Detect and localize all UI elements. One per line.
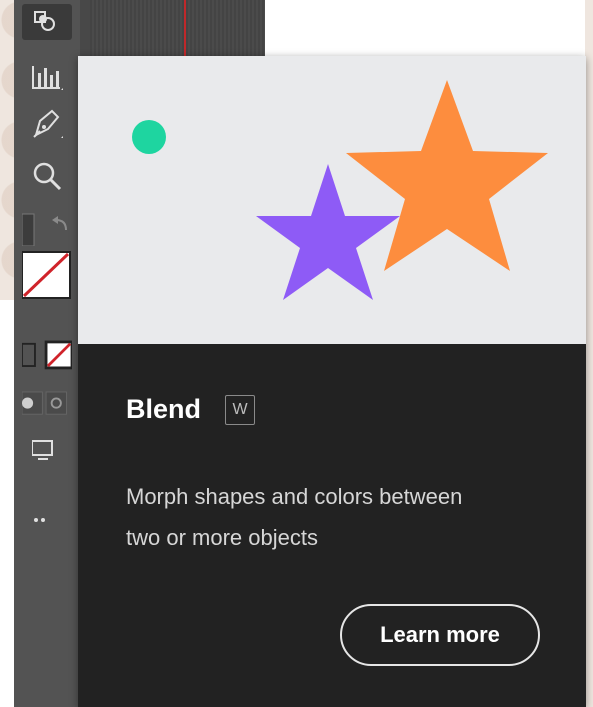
tool-description: Morph shapes and colors between two or m… <box>126 476 546 558</box>
stroke-swatch[interactable] <box>22 250 72 300</box>
blend-preview <box>78 56 586 344</box>
description-line-2: two or more objects <box>126 525 318 550</box>
shape-builder-tool[interactable] <box>22 4 72 40</box>
screen-mode-button[interactable] <box>22 432 72 468</box>
color-mode-buttons[interactable] <box>22 336 72 372</box>
graph-tool[interactable] <box>22 60 72 96</box>
zoom-tool[interactable] <box>22 158 72 194</box>
fill-stroke-controls[interactable] <box>22 210 72 246</box>
orange-star <box>346 80 548 271</box>
draw-mode-buttons[interactable] <box>22 386 72 422</box>
guide-line <box>184 0 186 56</box>
stroke-swatch-icon <box>22 251 71 299</box>
canvas-strip <box>80 0 265 56</box>
description-line-1: Morph shapes and colors between <box>126 484 463 509</box>
draw-mode-icon <box>22 391 67 415</box>
circle-shape <box>132 120 166 154</box>
shortcut-key-badge: W <box>225 394 256 425</box>
tool-title: Blend <box>126 394 202 424</box>
tool-tooltip-card: Blend W Morph shapes and colors between … <box>78 56 586 707</box>
more-tools-button[interactable] <box>22 502 72 538</box>
none-color-icon <box>22 340 72 370</box>
zoom-icon <box>33 162 62 191</box>
swap-colors-icon <box>22 213 67 246</box>
pen-tool[interactable] <box>22 106 72 142</box>
more-tools-icon <box>34 518 45 522</box>
screen-mode-icon <box>32 440 53 460</box>
blend-illustration <box>132 80 548 300</box>
shape-builder-icon <box>34 11 55 31</box>
pen-icon <box>33 109 63 138</box>
artboard-area <box>265 0 585 56</box>
learn-more-button[interactable]: Learn more <box>340 604 540 666</box>
column-graph-icon <box>32 66 63 90</box>
tools-panel <box>14 0 80 707</box>
purple-star <box>256 164 400 300</box>
pasteboard-area <box>90 0 265 56</box>
tooltip-header: Blend W <box>126 394 256 425</box>
window-edge <box>585 0 593 707</box>
